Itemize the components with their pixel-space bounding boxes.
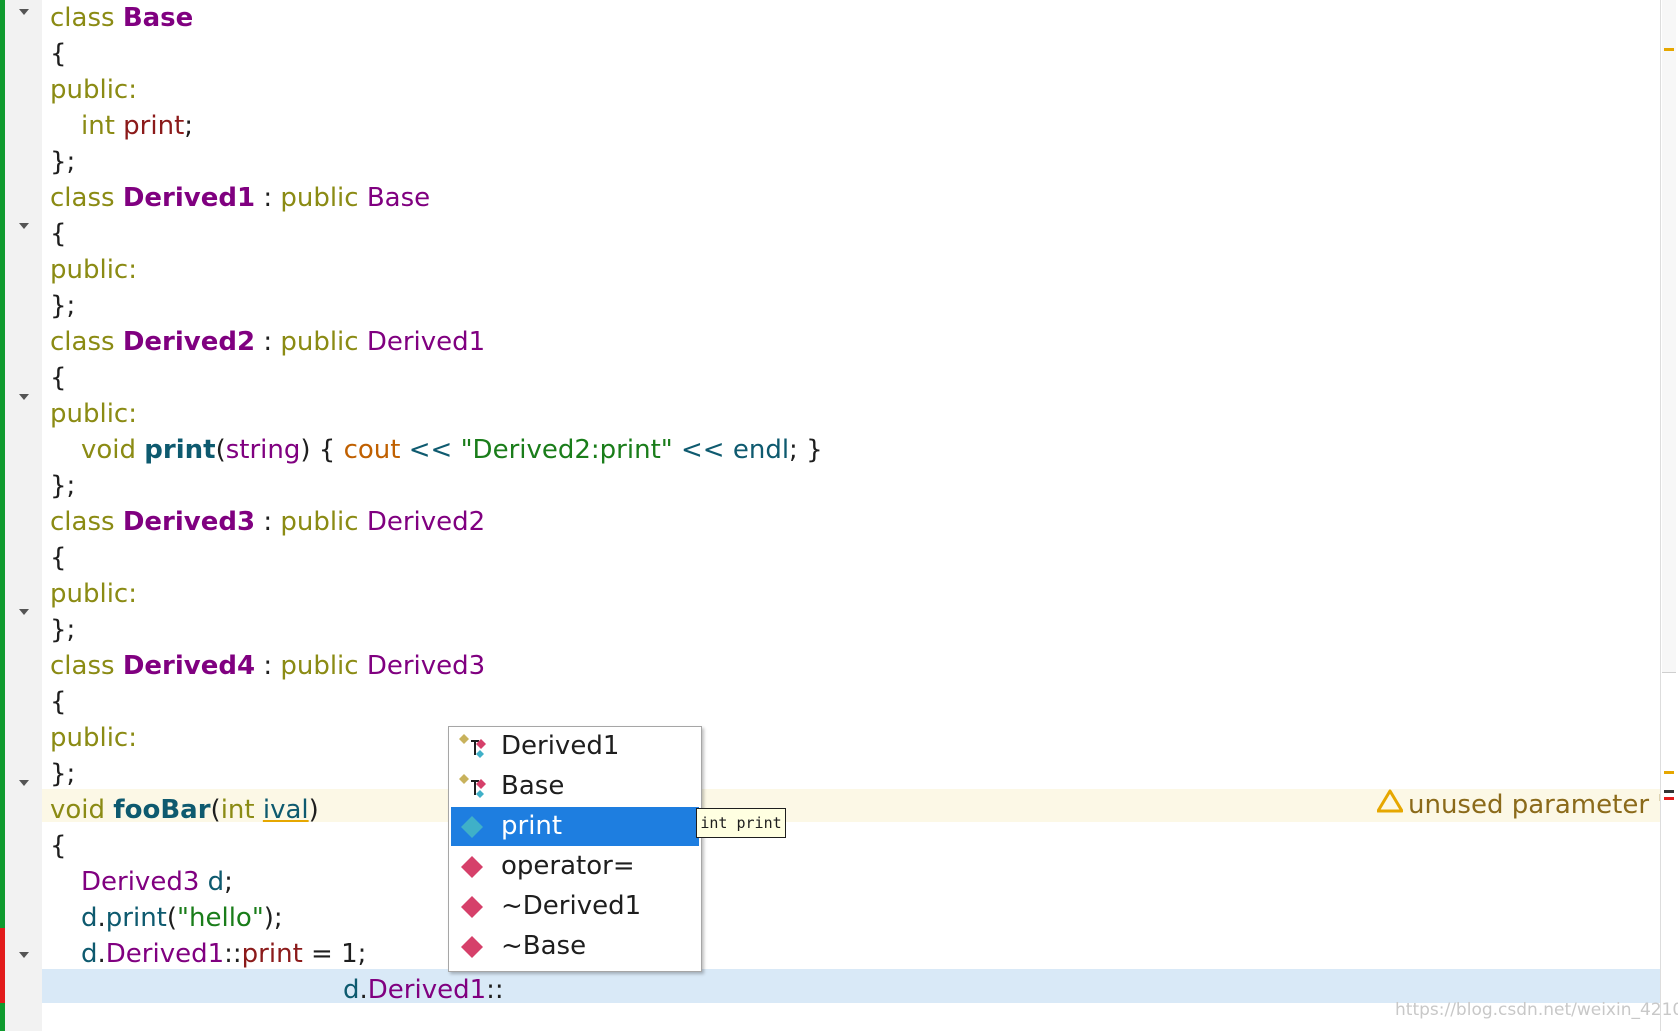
code-line[interactable]: { [50,684,67,720]
scrollbar-thumb[interactable] [1662,0,1676,673]
completion-item[interactable]: operator= [451,847,699,886]
method-icon [459,893,489,921]
code-line[interactable]: { [50,828,67,864]
completion-tooltip: int print [696,808,786,838]
code-line[interactable]: public: [50,72,137,108]
completion-item-label: ~Derived1 [501,891,642,921]
completion-item-label: Derived1 [501,731,620,761]
completion-popup[interactable]: Derived1 Base print operator= ~Derived1 … [448,726,702,972]
code-line[interactable]: d.print("hello"); [50,900,283,936]
method-icon [459,853,489,881]
completion-item[interactable]: Derived1 [451,727,699,766]
code-line[interactable]: }; [50,612,75,648]
code-line[interactable]: class Derived1 : public Base [50,180,430,216]
fold-toggle-icon[interactable] [19,780,29,786]
code-line[interactable]: int print; [50,108,193,144]
class-member-icon [459,773,489,801]
completion-item-label: ~Base [501,931,587,961]
code-line[interactable]: public: [50,252,137,288]
fold-toggle-icon[interactable] [19,394,29,400]
code-line[interactable]: public: [50,576,137,612]
method-icon [459,933,489,961]
completion-item-label: Base [501,771,565,801]
code-line[interactable]: class Derived4 : public Derived3 [50,648,485,684]
fold-toggle-icon[interactable] [19,223,29,229]
code-line[interactable]: d.Derived1::print = 1; [50,936,366,972]
code-line[interactable]: { [50,540,67,576]
code-line[interactable]: { [50,36,67,72]
code-line[interactable]: }; [50,144,75,180]
overview-error-mark[interactable] [1664,797,1674,800]
warning-text: unused parameter 'ival' [1408,790,1660,820]
field-icon [459,813,489,841]
code-line[interactable]: { [50,360,67,396]
code-line[interactable]: Derived3 d; [50,864,233,900]
code-line[interactable]: class Derived2 : public Derived1 [50,324,485,360]
class-member-icon [459,733,489,761]
code-line[interactable]: }; [50,756,75,792]
current-line-highlight [42,969,1660,1003]
fold-toggle-icon[interactable] [19,609,29,615]
editor-gutter [5,0,42,1031]
code-line[interactable]: }; [50,288,75,324]
completion-item-label: operator= [501,851,635,881]
code-editor[interactable]: class Base { public: int print; }; class… [42,0,1660,1031]
code-line[interactable]: public: [50,396,137,432]
overview-warning-mark[interactable] [1664,48,1674,51]
completion-item[interactable]: ~Derived1 [451,887,699,926]
fold-toggle-icon[interactable] [19,9,29,15]
code-line[interactable]: void fooBar(int ival) [50,792,319,828]
warning-annotation: unused parameter 'ival' [1376,789,1660,822]
completion-item-label: print [501,811,563,841]
code-line[interactable]: public: [50,720,137,756]
watermark: https://blog.csdn.net/weixin_42109053 [1395,1000,1678,1020]
completion-item-selected[interactable]: print [451,807,699,846]
code-line[interactable]: class Base [50,0,193,36]
code-line[interactable]: { [50,216,67,252]
warning-triangle-icon [1376,789,1404,822]
completion-item[interactable]: Base [451,767,699,806]
code-line[interactable]: }; [50,468,75,504]
code-line[interactable]: void print(string) { cout << "Derived2:p… [50,432,823,468]
code-line[interactable]: class Derived3 : public Derived2 [50,504,485,540]
completion-item[interactable]: ~Base [451,927,699,966]
fold-toggle-icon[interactable] [19,952,29,958]
overview-cursor-mark [1664,790,1674,793]
overview-warning-mark[interactable] [1664,771,1674,774]
